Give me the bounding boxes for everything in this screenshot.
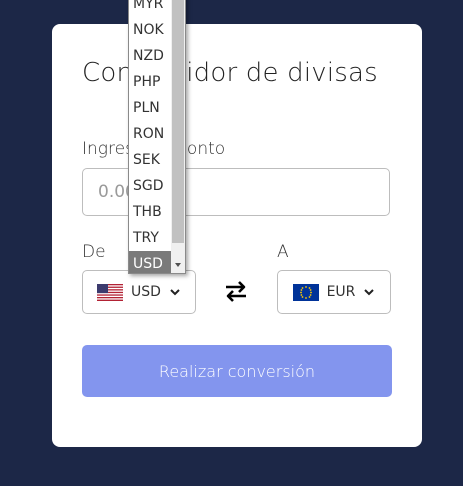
dropdown-option[interactable]: TRY (129, 225, 171, 251)
to-currency-select[interactable]: EUR (277, 270, 391, 314)
us-flag-icon (97, 283, 124, 301)
page-title: Convertidor de divisas (82, 58, 378, 88)
to-currency-value: EUR (326, 284, 356, 300)
dropdown-option[interactable]: MYR (129, 0, 171, 17)
dropdown-options: MYR NOK NZD PHP PLN RON SEK SGD THB TRY USD (129, 0, 171, 273)
dropdown-option[interactable]: PHP (129, 69, 171, 95)
dropdown-option[interactable]: USD (129, 251, 171, 273)
dropdown-option[interactable]: NOK (129, 17, 171, 43)
swap-arrows-icon[interactable] (223, 278, 249, 304)
dropdown-option[interactable]: SGD (129, 173, 171, 199)
from-currency-value: USD (131, 284, 161, 300)
converter-card: Convertidor de divisas Ingrese el monto … (52, 24, 422, 447)
scroll-down-arrow-icon[interactable] (174, 261, 182, 269)
from-currency-select[interactable]: USD (82, 270, 196, 314)
from-label: De (82, 242, 106, 262)
currency-dropdown-list[interactable]: MYR NOK NZD PHP PLN RON SEK SGD THB TRY USD (128, 0, 186, 274)
chevron-down-icon (364, 289, 375, 296)
chevron-down-icon (170, 289, 180, 296)
dropdown-option[interactable]: THB (129, 199, 171, 225)
to-label: A (277, 242, 289, 262)
dropdown-option[interactable]: SEK (129, 147, 171, 173)
scrollbar-thumb[interactable] (172, 0, 184, 243)
dropdown-scrollbar[interactable] (171, 0, 185, 273)
eu-flag-icon (292, 283, 319, 301)
convert-button[interactable]: Realizar conversión (82, 345, 392, 397)
dropdown-option[interactable]: RON (129, 121, 171, 147)
dropdown-option[interactable]: NZD (129, 43, 171, 69)
dropdown-option[interactable]: PLN (129, 95, 171, 121)
